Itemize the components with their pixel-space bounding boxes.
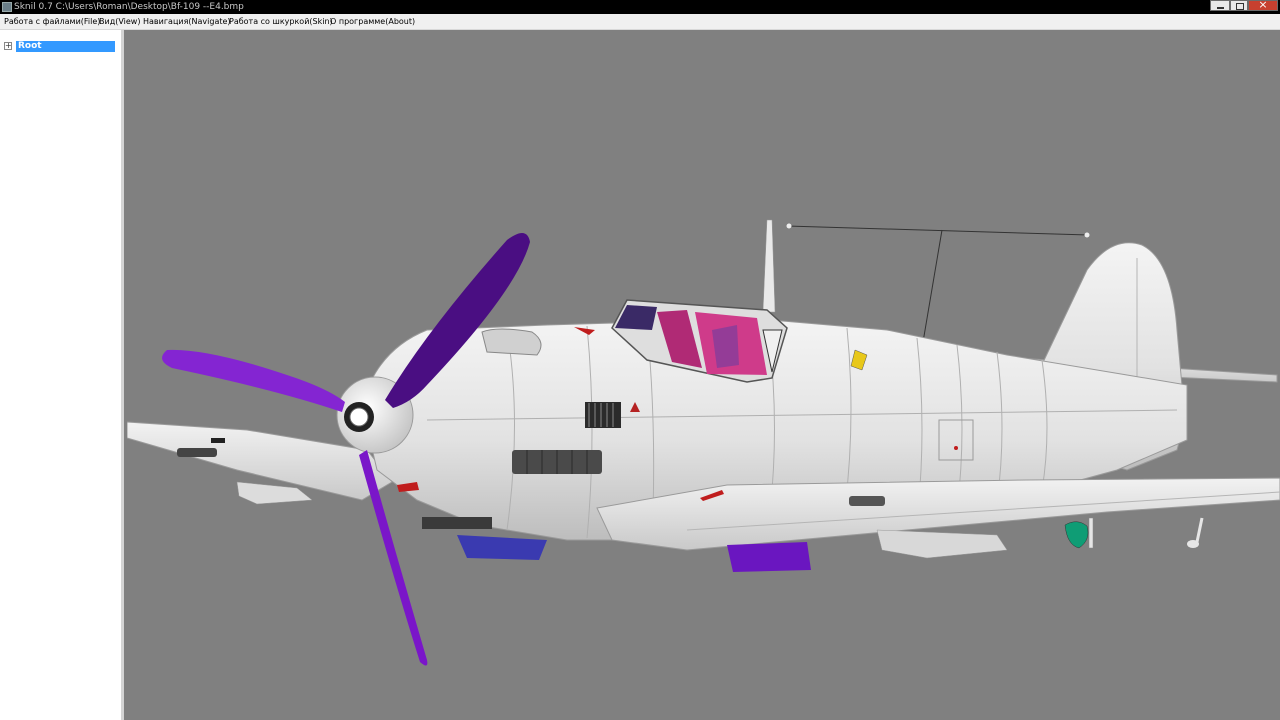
antenna-mast: [762, 219, 776, 313]
antenna-insulator: [1084, 232, 1090, 238]
window-title: Sknil 0.7 C:\Users\Roman\Desktop\Bf-109 …: [14, 2, 244, 12]
pitot-tip: [1187, 540, 1199, 548]
tree-node-root[interactable]: + Root: [4, 40, 115, 52]
tree-expander-icon[interactable]: +: [4, 42, 12, 50]
antenna-wire: [786, 225, 1090, 236]
menu-bar: Работа с файлами(File) Вид(View) Навигац…: [0, 14, 1280, 30]
canopy-window-front: [615, 305, 657, 330]
window-controls: [1210, 0, 1278, 12]
spinner-hub: [349, 407, 369, 427]
landing-gear-door-right: [727, 542, 811, 572]
minimize-icon[interactable]: [1210, 0, 1230, 11]
left-wing-marking: [211, 438, 225, 443]
3d-viewport[interactable]: [127, 30, 1280, 720]
menu-skin[interactable]: Работа со шкуркой(Skin): [229, 14, 333, 29]
right-wing-gun: [849, 496, 885, 506]
landing-gear-bay: [422, 517, 492, 529]
title-bar[interactable]: Sknil 0.7 C:\Users\Roman\Desktop\Bf-109 …: [0, 0, 1280, 14]
antenna-wire: [921, 229, 943, 349]
scene-tree-panel[interactable]: + Root: [0, 30, 124, 720]
menu-view[interactable]: Вид(View): [99, 14, 140, 29]
pitot-tube: [1195, 517, 1204, 543]
exhaust-vent: [585, 402, 621, 428]
red-dot-marking: [954, 446, 958, 450]
menu-about[interactable]: О программе(About): [330, 14, 415, 29]
left-wing-gun: [177, 448, 217, 457]
menu-file[interactable]: Работа с файлами(File): [4, 14, 100, 29]
maximize-icon[interactable]: [1230, 0, 1248, 11]
app-icon[interactable]: [2, 2, 12, 12]
tail-wheel-strut: [1088, 517, 1094, 549]
cowling-intake: [481, 328, 542, 356]
menu-navigate[interactable]: Навигация(Navigate): [143, 14, 231, 29]
tail-wheel: [1064, 521, 1089, 549]
right-radiator: [876, 529, 1008, 559]
propeller-blade-left: [162, 349, 345, 412]
tree-node-root-label[interactable]: Root: [16, 40, 115, 52]
close-icon[interactable]: [1248, 0, 1278, 12]
aircraft-model[interactable]: [127, 30, 1280, 720]
landing-gear-door-left: [457, 535, 547, 560]
antenna-insulator: [786, 223, 792, 229]
